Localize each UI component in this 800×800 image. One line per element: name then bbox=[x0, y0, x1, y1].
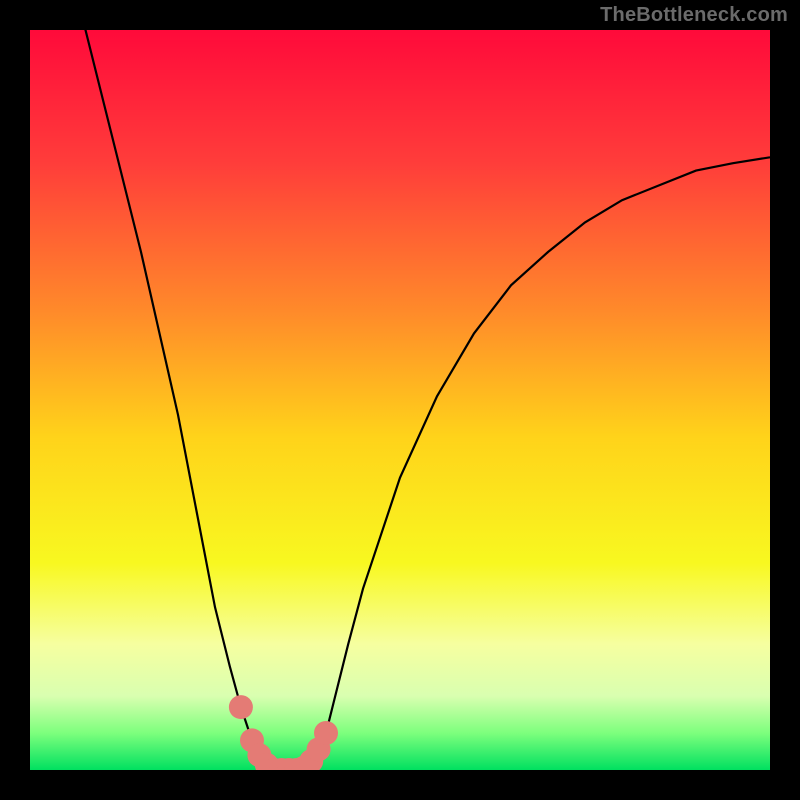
highlight-marker bbox=[314, 721, 338, 745]
chart-frame: TheBottleneck.com bbox=[0, 0, 800, 800]
gradient-background bbox=[30, 30, 770, 770]
attribution-text: TheBottleneck.com bbox=[600, 4, 788, 27]
chart-plot-area bbox=[30, 30, 770, 770]
highlight-marker bbox=[229, 695, 253, 719]
chart-svg bbox=[30, 30, 770, 770]
